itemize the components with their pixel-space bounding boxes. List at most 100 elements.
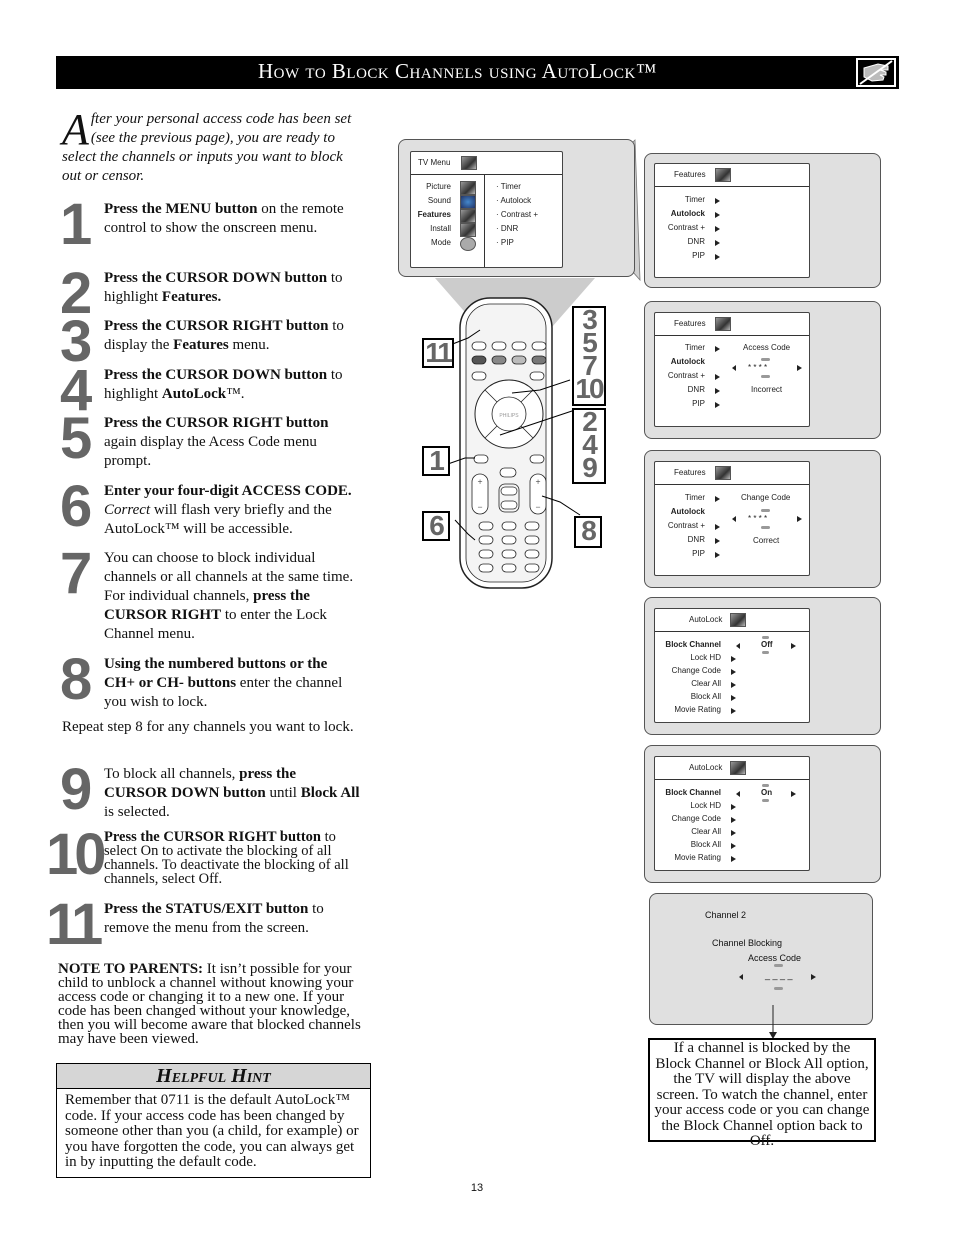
step-text: Press the CURSOR RIGHT button again disp… [104,415,329,469]
menu-item-movie-rating[interactable]: Movie Rating [655,705,721,714]
features-menu-panel: Features Timer Autolock Contrast + DNR P… [654,163,810,278]
submenu-item: · DNR [496,224,519,233]
arrow-right-icon [715,374,720,380]
autolock-icon [730,613,746,627]
arrow-left-icon [732,516,736,522]
arrow-right-icon [715,402,720,408]
features-menu-panel: Features Timer Autolock Contrast + DNR P… [654,461,810,576]
svg-text:+: + [477,477,482,487]
step-text: Press the CURSOR DOWN button to highligh… [104,367,343,402]
step-text: Press the MENU button on the remote cont… [104,201,344,236]
step-text: Press the CURSOR RIGHT button to display… [104,318,344,353]
brand-logo: PHILIPS [499,413,519,419]
menu-item-clear-all[interactable]: Clear All [655,827,721,836]
sound-icon [460,195,476,209]
arrow-right-icon [791,791,796,797]
menu-item-timer[interactable]: Timer [655,343,705,352]
menu-item-block-all[interactable]: Block All [655,692,721,701]
step-text: Using the numbered buttons or the CH+ or… [104,656,343,710]
picture-icon [460,181,476,195]
arrow-right-icon [731,804,736,810]
menu-item-block-channel[interactable]: Block Channel [655,788,721,797]
submenu-item: · PIP [496,238,514,247]
page-number: 13 [470,1182,484,1194]
mode-icon [460,237,476,251]
menu-item-change-code[interactable]: Change Code [655,666,721,675]
menu-item-autolock[interactable]: Autolock [655,507,705,516]
arrow-right-icon [731,656,736,662]
down-arrow-icon [769,1005,777,1039]
step-text: Press the STATUS/EXIT button to remove t… [104,901,324,936]
menu-item-dnr[interactable]: DNR [655,385,705,394]
note-to-parents: NOTE TO PARENTS: It isn’t possible for y… [58,961,361,1047]
submenu-item: · Contrast + [496,210,539,219]
menu-item-contrast[interactable]: Contrast + [655,223,705,232]
menu-button[interactable] [473,454,489,464]
ok-button[interactable] [529,454,545,464]
svg-text:−: − [535,502,540,512]
step-text: Press the CURSOR RIGHT button to select … [104,829,349,887]
menu-item-clear-all[interactable]: Clear All [655,679,721,688]
change-code-prompt: Change Code [741,493,791,502]
arrow-left-icon [732,365,736,371]
arrow-left-icon [739,974,743,980]
repeat-note: Repeat step 8 for any channels you want … [62,719,354,735]
callout-step-11: 11 [422,338,454,368]
autolock-menu-panel: AutoLock Block Channel Lock HD Change Co… [654,756,810,871]
svg-text:+: + [535,477,540,487]
menu-item-dnr[interactable]: DNR [655,535,705,544]
picture-button[interactable] [500,500,518,510]
access-code-prompt: Access Code [743,343,791,352]
menu-title: AutoLock [689,615,723,624]
menu-item-features[interactable]: Features [411,210,451,219]
menu-item-autolock[interactable]: Autolock [655,209,705,218]
menu-item-autolock[interactable]: Autolock [655,357,705,366]
block-channel-value[interactable]: On [761,788,772,797]
arrow-right-icon [715,552,720,558]
menu-item-contrast[interactable]: Contrast + [655,371,705,380]
tv-screen-features-1: Features Timer Autolock Contrast + DNR P… [644,153,881,288]
menu-item-timer[interactable]: Timer [655,195,705,204]
submenu-item: · Autolock [496,196,532,205]
arrow-right-icon [715,524,720,530]
menu-item-contrast[interactable]: Contrast + [655,521,705,530]
menu-item-change-code[interactable]: Change Code [655,814,721,823]
menu-item-timer[interactable]: Timer [655,493,705,502]
menu-item-pip[interactable]: PIP [655,549,705,558]
menu-item-picture[interactable]: Picture [411,182,451,191]
arrow-right-icon [731,708,736,714]
menu-item-pip[interactable]: PIP [655,399,705,408]
menu-item-lock-hd[interactable]: Lock HD [655,801,721,810]
features-icon [715,168,731,182]
menu-item-block-channel[interactable]: Block Channel [655,640,721,649]
features-icon [460,209,476,223]
page-header: How to Block Channels using AutoLock™ [56,56,899,89]
block-channel-value[interactable]: Off [761,640,773,649]
access-code-status: Correct [753,536,780,545]
step-text: You can choose to block individual chann… [104,550,354,642]
arrow-right-icon [715,346,720,352]
menu-title: Features [674,170,706,179]
callout-steps-3-5-7-10: 3 5 7 10 [572,306,606,406]
menu-item-lock-hd[interactable]: Lock HD [655,653,721,662]
menu-item-dnr[interactable]: DNR [655,237,705,246]
features-menu-panel: Features Timer Autolock Contrast + DNR P… [654,312,810,427]
menu-item-movie-rating[interactable]: Movie Rating [655,853,721,862]
sound-button[interactable] [500,486,518,496]
step-number: 7 [60,541,92,606]
arrow-right-icon [797,516,802,522]
access-code-entry[interactable]: _ _ _ _ [765,970,793,980]
step-text: Press the CURSOR DOWN button to highligh… [104,270,343,305]
mute-button[interactable] [499,467,517,478]
menu-item-install[interactable]: Install [411,224,451,233]
menu-item-pip[interactable]: PIP [655,251,705,260]
arrow-right-icon [715,198,720,204]
access-code-value: * * * * [748,514,768,523]
menu-item-block-all[interactable]: Block All [655,840,721,849]
arrow-left-icon [736,791,740,797]
menu-item-mode[interactable]: Mode [411,238,451,247]
arrow-right-icon [731,856,736,862]
menu-item-sound[interactable]: Sound [411,196,451,205]
install-icon [460,223,476,237]
autolock-icon [730,761,746,775]
